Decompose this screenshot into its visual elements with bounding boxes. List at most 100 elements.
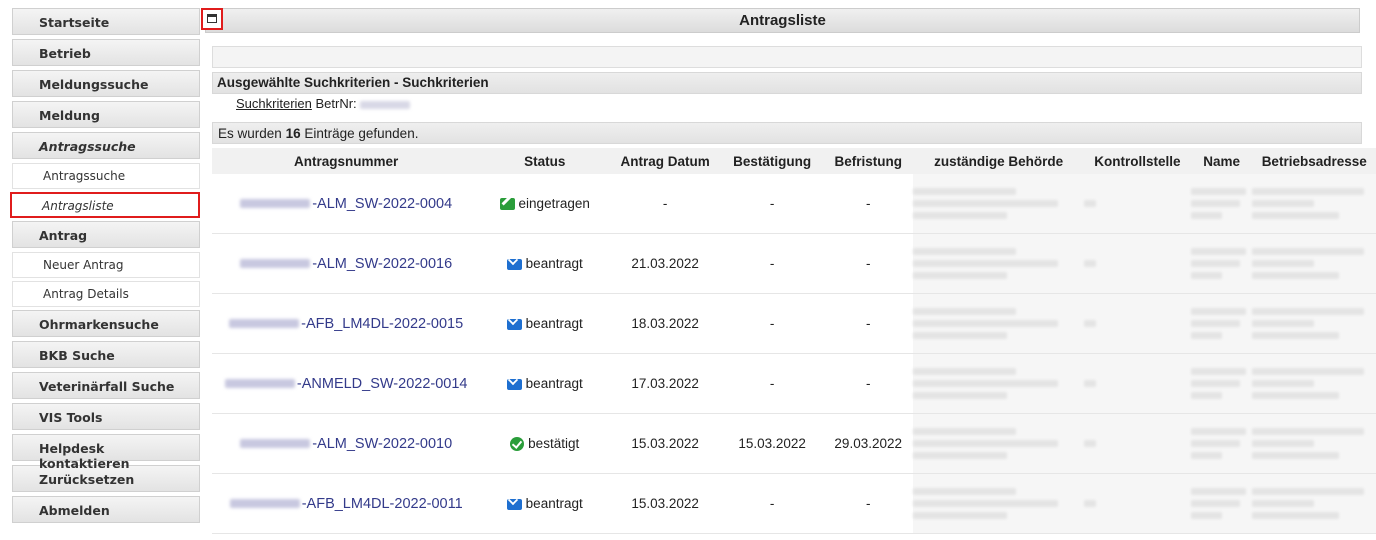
bestaetigung-cell: -: [721, 293, 824, 354]
criteria-link[interactable]: Suchkriterien: [236, 96, 312, 111]
column-header[interactable]: Status: [480, 148, 610, 174]
sidebar-item-antrag-details[interactable]: Antrag Details: [12, 281, 200, 307]
bestaetigung-cell: -: [721, 233, 824, 294]
status-text: beantragt: [525, 316, 583, 331]
antragsnummer-link[interactable]: -ALM_SW-2022-0010: [312, 436, 452, 452]
antrag-datum-cell: 15.03.2022: [609, 413, 722, 474]
status-text: beantragt: [525, 496, 583, 511]
antrag-datum-cell: 18.03.2022: [609, 293, 722, 354]
name-cell-redacted: [1190, 293, 1253, 354]
result-prefix: Es wurden: [218, 126, 282, 141]
sidebar-item-vis-tools[interactable]: VIS Tools: [12, 403, 200, 430]
sidebar-item-startseite[interactable]: Startseite: [12, 8, 200, 35]
table-row[interactable]: -ALM_SW-2022-0010 bestätigt 15.03.2022 15.0…: [212, 413, 1376, 474]
table-row[interactable]: -AFB_LM4DL-2022-0011 beantragt 15.03.2022-…: [212, 473, 1376, 534]
sidebar-item-veterinärfall-suche[interactable]: Veterinärfall Suche: [12, 372, 200, 399]
status-cell: beantragt: [480, 293, 610, 354]
table-row[interactable]: -ANMELD_SW-2022-0014 beantragt 17.03.2022-…: [212, 353, 1376, 414]
column-header[interactable]: zuständige Behörde: [913, 148, 1084, 174]
status-cell: eingetragen: [480, 174, 610, 234]
column-header[interactable]: Befristung: [823, 148, 914, 174]
column-header[interactable]: Antragsnummer: [212, 148, 481, 174]
antrag-datum-cell: -: [609, 174, 722, 234]
table-row[interactable]: -AFB_LM4DL-2022-0015 beantragt 18.03.2022-…: [212, 293, 1376, 354]
sidebar-item-meldung[interactable]: Meldung: [12, 101, 200, 128]
bestaetigung-cell: 15.03.2022: [721, 413, 824, 474]
column-header[interactable]: Bestätigung: [721, 148, 824, 174]
betriebsadresse-cell-redacted: [1252, 293, 1376, 354]
antragsnummer-link[interactable]: -ALM_SW-2022-0016: [312, 256, 452, 272]
name-cell-redacted: [1190, 473, 1253, 534]
betriebsadresse-cell-redacted: [1252, 473, 1376, 534]
sidebar-item-antragsliste[interactable]: Antragsliste: [10, 192, 200, 218]
sidebar-item-antragssuche[interactable]: Antragssuche: [12, 132, 200, 159]
table-row[interactable]: -ALM_SW-2022-0016 beantragt 21.03.2022- -: [212, 233, 1376, 294]
name-cell-redacted: [1190, 353, 1253, 414]
column-header[interactable]: Antrag Datum: [609, 148, 722, 174]
status-cell: beantragt: [480, 353, 610, 414]
toolbar-area: [212, 46, 1362, 68]
kontrollstelle-cell-redacted: [1083, 413, 1191, 474]
status-cell: bestätigt: [480, 413, 610, 474]
bestaetigung-cell: -: [721, 174, 824, 234]
redacted-betrnr: [240, 259, 311, 269]
antrag-datum-cell: 17.03.2022: [609, 353, 722, 414]
sidebar-item-abmelden[interactable]: Abmelden: [12, 496, 200, 523]
sidebar-item-ohrmarkensuche[interactable]: Ohrmarkensuche: [12, 310, 200, 337]
sidebar-item-helpdesk-kontaktieren[interactable]: Helpdesk kontaktieren: [12, 434, 200, 471]
column-header[interactable]: Betriebsadresse: [1252, 148, 1376, 174]
criteria-label: BetrNr:: [315, 96, 357, 111]
redacted-betrnr: [224, 379, 295, 389]
kontrollstelle-cell-redacted: [1083, 233, 1191, 294]
antragsnummer-cell[interactable]: -AFB_LM4DL-2022-0011: [212, 473, 481, 534]
sidebar-item-neuer-antrag[interactable]: Neuer Antrag: [12, 252, 200, 278]
sidebar-item-bkb-suche[interactable]: BKB Suche: [12, 341, 200, 368]
kontrollstelle-cell-redacted: [1083, 473, 1191, 534]
result-count-bar: Es wurden 16 Einträge gefunden.: [212, 122, 1362, 144]
criteria-heading: Ausgewählte Suchkriterien - Suchkriterie…: [212, 72, 1362, 94]
antragsnummer-link[interactable]: -AFB_LM4DL-2022-0015: [301, 316, 463, 332]
sidebar-item-betrieb[interactable]: Betrieb: [12, 39, 200, 66]
antragsnummer-link[interactable]: -AFB_LM4DL-2022-0011: [302, 496, 463, 512]
redacted-betrnr: [229, 499, 300, 509]
status-text: bestätigt: [528, 435, 580, 451]
betriebsadresse-cell-redacted: [1252, 353, 1376, 414]
table-row[interactable]: -ALM_SW-2022-0004 eingetragen - - -: [212, 174, 1376, 234]
befristung-cell: -: [823, 473, 914, 534]
column-header[interactable]: Name: [1190, 148, 1253, 174]
antrags-table: Antragsnummer Status Antrag Datum Bestätigu…: [212, 148, 1376, 534]
mail-icon: [506, 498, 522, 510]
result-suffix: Einträge gefunden.: [304, 126, 419, 141]
antragsnummer-cell[interactable]: -ALM_SW-2022-0010: [212, 413, 481, 474]
redacted-betrnr: [240, 199, 311, 209]
mail-icon: [506, 318, 522, 330]
criteria-line: Suchkriterien BetrNr:: [236, 96, 411, 111]
name-cell-redacted: [1190, 413, 1253, 474]
antragsnummer-cell[interactable]: -AFB_LM4DL-2022-0015: [212, 293, 481, 354]
sidebar-item-antrag[interactable]: Antrag: [12, 221, 200, 248]
antragsnummer-cell[interactable]: -ALM_SW-2022-0004: [212, 174, 481, 234]
result-count: 16: [285, 126, 301, 141]
column-header[interactable]: Kontrollstelle: [1083, 148, 1191, 174]
bestaetigung-cell: -: [721, 353, 824, 414]
kontrollstelle-cell-redacted: [1083, 353, 1191, 414]
betriebsadresse-cell-redacted: [1252, 174, 1376, 234]
antragsnummer-link[interactable]: -ALM_SW-2022-0004: [312, 196, 452, 212]
betriebsadresse-cell-redacted: [1252, 413, 1376, 474]
title-bar: Antragsliste: [201, 8, 1360, 33]
sidebar-item-antragssuche[interactable]: Antragssuche: [12, 163, 200, 189]
befristung-cell: -: [823, 174, 914, 234]
antrag-datum-cell: 21.03.2022: [609, 233, 722, 294]
name-cell-redacted: [1190, 233, 1253, 294]
antragsnummer-link[interactable]: -ANMELD_SW-2022-0014: [297, 376, 468, 392]
behoerde-cell-redacted: [913, 353, 1084, 414]
page-title: Antragsliste: [739, 12, 826, 29]
sidebar-item-meldungssuche[interactable]: Meldungssuche: [12, 70, 200, 97]
befristung-cell: -: [823, 233, 914, 294]
befristung-cell: -: [823, 293, 914, 354]
antragsnummer-cell[interactable]: -ANMELD_SW-2022-0014: [212, 353, 481, 414]
status-cell: beantragt: [480, 233, 610, 294]
mail-icon: [506, 378, 522, 390]
behoerde-cell-redacted: [913, 293, 1084, 354]
antragsnummer-cell[interactable]: -ALM_SW-2022-0016: [212, 233, 481, 294]
